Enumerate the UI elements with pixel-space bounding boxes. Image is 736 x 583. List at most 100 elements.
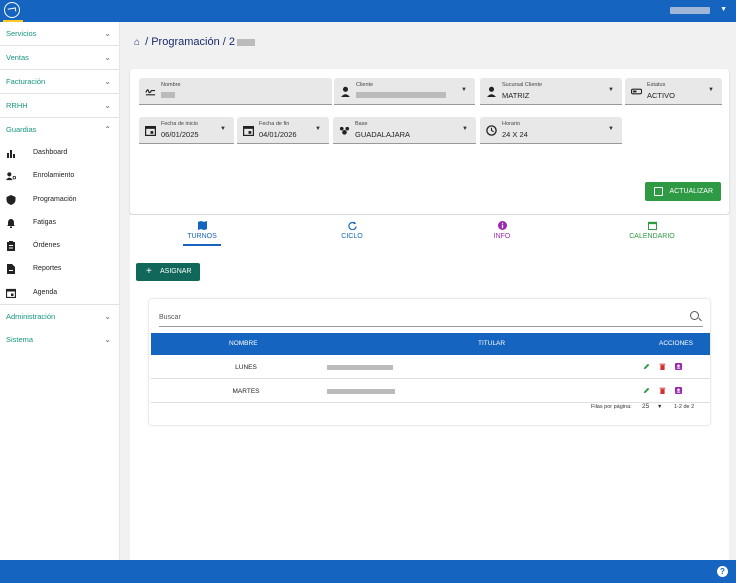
chevron-up-icon: ⌃: [104, 125, 111, 134]
bar-chart-icon: [7, 150, 15, 158]
plus-icon: +: [146, 266, 152, 277]
tab-turnos[interactable]: TURNOS: [132, 221, 272, 240]
field-value: 06/01/2025: [161, 130, 199, 139]
sidebar-sublabel: Programación: [33, 195, 77, 203]
sidebar-subitem-programacion[interactable]: Programación: [0, 188, 119, 211]
chevron-down-icon[interactable]: ▼: [657, 404, 662, 410]
home-icon[interactable]: ⌂: [134, 37, 140, 48]
user-name-redacted[interactable]: [670, 7, 710, 14]
redacted-text: [327, 365, 393, 370]
dropdown-arrow-icon: ▼: [220, 126, 226, 132]
dropdown-arrow-icon: ▼: [462, 126, 468, 132]
chevron-down-icon: ⌄: [104, 77, 111, 86]
shield-icon: [6, 194, 16, 205]
sidebar-subitem-agenda[interactable]: Agenda: [0, 281, 119, 304]
chevron-down-icon: ⌄: [104, 312, 111, 322]
actualizar-button[interactable]: ACTUALIZAR: [645, 182, 721, 201]
fecha-fin-field[interactable]: Fecha de fin 04/01/2026 ▼: [237, 117, 329, 144]
sidebar-item-facturacion[interactable]: Facturación ⌄: [0, 70, 119, 93]
save-icon: [654, 187, 663, 196]
turnos-table-card: Buscar NOMBRE TITULAR ACCIONES LUNES MAR…: [149, 299, 710, 425]
sidebar-subitem-reportes[interactable]: Reportes: [0, 257, 119, 280]
cell-nombre: MARTES: [232, 388, 260, 395]
calendar-icon: [243, 125, 254, 136]
signature-icon: [145, 89, 156, 96]
calendar-icon: [6, 288, 16, 298]
tab-calendario[interactable]: CALENDARIO: [582, 221, 722, 240]
table-row[interactable]: MARTES: [151, 380, 710, 403]
person-key-icon: [6, 172, 16, 181]
field-value: ACTIVO: [647, 91, 675, 100]
rows-per-page-select[interactable]: 25: [642, 403, 649, 410]
sidebar-item-servicios[interactable]: Servicios ⌄: [0, 22, 119, 45]
tab-ciclo[interactable]: CICLO: [282, 221, 422, 240]
field-value: 24 X 24: [502, 130, 528, 139]
tab-label: INFO: [493, 233, 511, 240]
nombre-field[interactable]: Nombre: [139, 78, 332, 105]
main-content: ⌂ / Programación / 2 Nombre Cliente ▼ Su…: [120, 22, 736, 582]
table-row[interactable]: LUNES: [151, 356, 710, 379]
clipboard-icon: [7, 241, 15, 252]
sidebar-item-ventas[interactable]: Ventas ⌄: [0, 46, 119, 69]
chevron-down-icon: ⌄: [104, 335, 111, 345]
edit-icon[interactable]: [643, 363, 650, 370]
dropdown-arrow-icon: ▼: [461, 87, 467, 93]
delete-icon[interactable]: [659, 363, 666, 370]
base-select[interactable]: Base GUADALAJARA ▼: [333, 117, 476, 144]
sidebar-sublabel: Fatigas: [33, 218, 56, 226]
sidebar-subitem-dashboard[interactable]: Dashboard: [0, 141, 119, 164]
dropdown-arrow-icon: ▼: [315, 126, 321, 132]
edit-icon[interactable]: [643, 387, 650, 394]
cliente-select[interactable]: Cliente ▼: [334, 78, 475, 105]
sidebar: Servicios ⌄ Ventas ⌄ Facturación ⌄ RRHH ⌄ Gu…: [0, 22, 120, 560]
field-label: Fecha de fin: [259, 121, 290, 127]
field-label: Horario: [502, 121, 521, 127]
sucursal-select[interactable]: Sucursal Cliente MATRIZ ▼: [480, 78, 622, 105]
column-header-nombre[interactable]: NOMBRE: [229, 340, 258, 347]
user-menu-chevron-icon[interactable]: ▼: [720, 6, 727, 13]
sidebar-subitem-enrolamiento[interactable]: Enrolamiento: [0, 164, 119, 187]
chevron-down-icon: ⌄: [104, 101, 111, 110]
sidebar-subitem-fatigas[interactable]: Fatigas: [0, 211, 119, 234]
chevron-down-icon: ⌄: [104, 53, 111, 62]
sidebar-item-guardias[interactable]: Guardias ⌃: [0, 118, 119, 141]
tab-label: CALENDARIO: [629, 233, 675, 240]
sidebar-subitem-ordenes[interactable]: Órdenes: [0, 234, 119, 257]
rows-per-page-label: Filas por página:: [591, 404, 632, 410]
field-label: Nombre: [161, 82, 181, 88]
app-logo-icon[interactable]: [4, 2, 20, 18]
tabs-panel: TURNOS CICLO INFO CALENDARIO + ASIGNAR B…: [130, 215, 729, 582]
fecha-inicio-field[interactable]: Fecha de inicio 06/01/2025 ▼: [139, 117, 234, 144]
search-input[interactable]: Buscar: [159, 314, 181, 321]
assign-person-icon[interactable]: [675, 387, 682, 394]
field-label: Estatus: [647, 82, 666, 88]
assign-person-icon[interactable]: [675, 363, 682, 370]
person-icon: [341, 86, 350, 97]
button-label: ACTUALIZAR: [669, 188, 713, 195]
sidebar-label: Guardias: [6, 125, 37, 134]
bottom-bar: ?: [0, 560, 736, 583]
tab-info[interactable]: INFO: [432, 221, 572, 240]
sidebar-label: Sistema: [6, 335, 34, 345]
sidebar-label: Ventas: [6, 53, 29, 62]
sidebar-sublabel: Agenda: [33, 288, 58, 296]
sidebar-item-sistema[interactable]: Sistema ⌄: [0, 328, 119, 351]
report-icon: [7, 264, 15, 275]
dropdown-arrow-icon: ▼: [608, 126, 614, 132]
sidebar-item-rrhh[interactable]: RRHH ⌄: [0, 94, 119, 117]
search-icon[interactable]: [690, 311, 699, 320]
cell-nombre: LUNES: [235, 364, 257, 371]
estatus-select[interactable]: Estatus ACTIVO ▼: [625, 78, 722, 105]
calendar-icon: [145, 125, 156, 136]
help-icon[interactable]: ?: [717, 566, 728, 577]
horario-select[interactable]: Horario 24 X 24 ▼: [480, 117, 622, 144]
table-header: NOMBRE TITULAR ACCIONES: [151, 333, 710, 355]
delete-icon[interactable]: [659, 387, 666, 394]
field-label: Cliente: [356, 82, 374, 88]
redacted-text: [356, 92, 446, 98]
sidebar-label: Servicios: [6, 29, 37, 38]
asignar-button[interactable]: + ASIGNAR: [136, 263, 200, 281]
sidebar-item-administracion[interactable]: Administración ⌄: [0, 305, 119, 328]
field-value: 04/01/2026: [259, 130, 297, 139]
column-header-titular[interactable]: TITULAR: [478, 340, 505, 347]
